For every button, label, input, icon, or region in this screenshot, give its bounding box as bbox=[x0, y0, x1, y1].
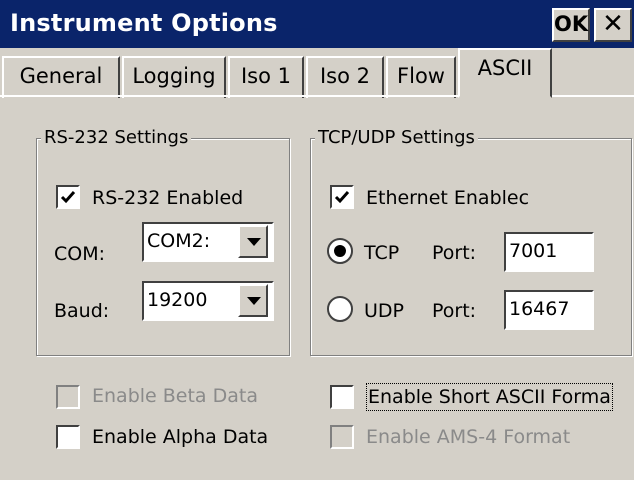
chevron-down-icon bbox=[247, 238, 261, 246]
baud-select[interactable]: 19200 bbox=[142, 281, 274, 321]
tcp-label: TCP bbox=[364, 242, 400, 264]
rs232-group-label: RS-232 Settings bbox=[41, 126, 192, 150]
enable-short-ascii-checkbox[interactable] bbox=[330, 385, 354, 409]
baud-value: 19200 bbox=[147, 289, 208, 311]
enable-alpha-label: Enable Alpha Data bbox=[92, 426, 269, 448]
enable-beta-label: Enable Beta Data bbox=[92, 385, 258, 407]
udp-port-label: Port: bbox=[432, 300, 477, 322]
enable-alpha-checkbox[interactable] bbox=[56, 425, 80, 449]
tcp-port-input[interactable]: 7001 bbox=[504, 232, 594, 272]
title-bar: Instrument Options OK ✕ bbox=[0, 0, 634, 48]
udp-radio[interactable] bbox=[327, 296, 353, 322]
com-label: COM: bbox=[54, 243, 106, 265]
tab-general[interactable]: General bbox=[2, 56, 120, 98]
enable-ams4-checkbox[interactable] bbox=[330, 425, 354, 449]
tab-iso-2[interactable]: Iso 2 bbox=[306, 56, 384, 98]
com-select[interactable]: COM2: bbox=[142, 222, 274, 262]
tab-ascii[interactable]: ASCII bbox=[458, 48, 552, 98]
tcp-port-label: Port: bbox=[432, 242, 477, 264]
enable-short-ascii-label: Enable Short ASCII Forma bbox=[366, 383, 613, 411]
ethernet-enabled-label: Ethernet Enablec bbox=[366, 187, 530, 209]
check-icon bbox=[334, 191, 350, 204]
baud-label: Baud: bbox=[54, 300, 110, 322]
rs232-enabled-label: RS-232 Enabled bbox=[92, 187, 244, 209]
tcp-radio[interactable] bbox=[327, 238, 353, 264]
tab-logging[interactable]: Logging bbox=[122, 56, 226, 98]
chevron-down-icon bbox=[247, 297, 261, 305]
tcpudp-group-label: TCP/UDP Settings bbox=[315, 126, 478, 150]
tab-iso-1[interactable]: Iso 1 bbox=[228, 56, 304, 98]
radio-dot-icon bbox=[334, 245, 346, 257]
com-value: COM2: bbox=[147, 230, 211, 252]
check-icon bbox=[60, 191, 76, 204]
rs232-enabled-checkbox[interactable] bbox=[56, 185, 80, 209]
enable-beta-checkbox[interactable] bbox=[56, 385, 80, 409]
ok-button[interactable]: OK bbox=[552, 8, 590, 42]
com-dropdown-button[interactable] bbox=[238, 225, 268, 258]
baud-dropdown-button[interactable] bbox=[238, 284, 268, 317]
udp-label: UDP bbox=[364, 300, 404, 322]
tab-flow[interactable]: Flow bbox=[386, 56, 456, 98]
close-button[interactable]: ✕ bbox=[594, 8, 632, 42]
udp-port-input[interactable]: 16467 bbox=[504, 290, 594, 330]
ethernet-enabled-checkbox[interactable] bbox=[330, 185, 354, 209]
enable-ams4-label: Enable AMS-4 Format bbox=[366, 426, 571, 448]
window-title: Instrument Options bbox=[10, 9, 278, 37]
